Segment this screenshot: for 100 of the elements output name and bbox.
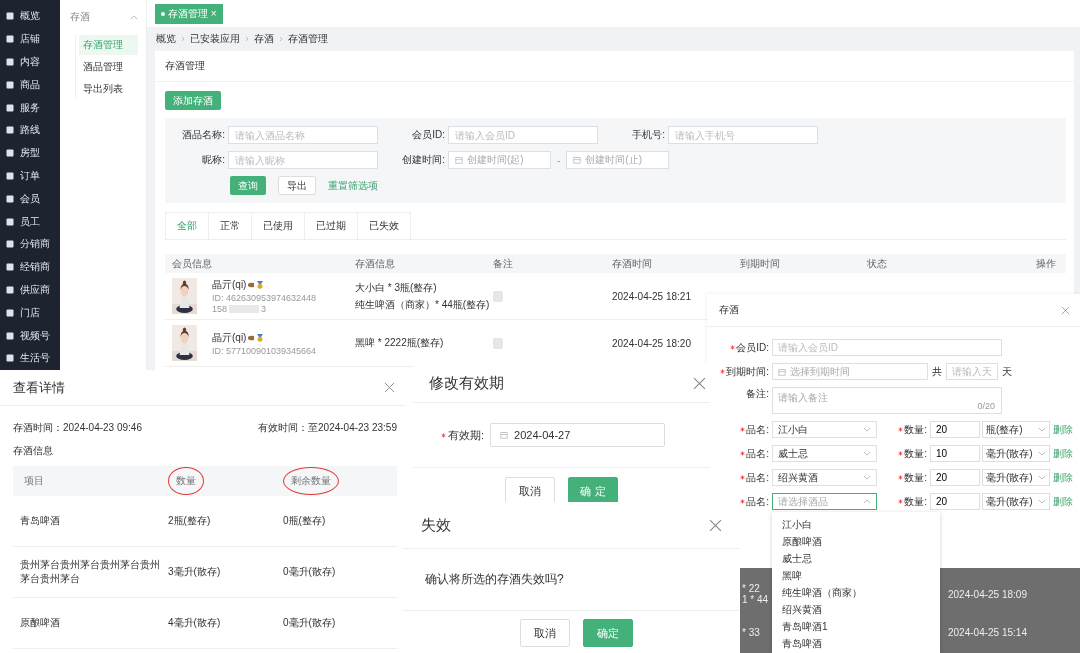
submenu-item[interactable]: 酒品管理 (79, 57, 138, 77)
column-header: 状态 (867, 256, 888, 271)
select-field[interactable]: 毫升(散存) (982, 445, 1050, 462)
submenu-title[interactable]: 存酒 (70, 10, 90, 24)
info-text: 存酒时间：2024-04-23 09:46 (13, 421, 142, 435)
cancel-button[interactable]: 取消 (520, 619, 570, 647)
select-field[interactable]: 瓶(整存) (982, 421, 1050, 438)
dropdown-option[interactable]: 绍兴黄酒 (772, 601, 940, 618)
dropdown-option[interactable]: 威士忌 (772, 550, 940, 567)
table-cell: 青岛啤酒 (20, 515, 60, 526)
input-field[interactable]: 10 (930, 445, 980, 462)
emoji-icon (247, 281, 256, 289)
close-icon[interactable] (709, 518, 722, 532)
column-header: 项目 (23, 474, 45, 488)
breadcrumb-link[interactable]: 概览 (156, 32, 176, 46)
sidebar-item[interactable]: 分销商 (20, 237, 50, 252)
date-field[interactable]: 2024-04-27 (490, 423, 666, 447)
close-icon[interactable] (1061, 305, 1070, 315)
sidebar-item[interactable]: 门店 (20, 305, 40, 320)
sidebar-item[interactable]: 供应商 (20, 282, 50, 297)
select-field[interactable]: 江小白 (772, 421, 877, 438)
sidebar-item[interactable]: 内容 (20, 55, 40, 69)
calendar-icon (500, 431, 509, 439)
medal-icon (256, 281, 265, 289)
dropdown-option[interactable]: 黑啤 (772, 567, 940, 584)
cancel-button[interactable]: 取消 (505, 477, 555, 505)
info-text: 有效时间：至2024-04-23 23:59 (258, 421, 397, 435)
dialog-message: 确认将所选的存酒失效吗? (425, 571, 564, 588)
input-field[interactable]: 20 (930, 469, 980, 486)
square-icon (6, 103, 14, 112)
table-cell: 原酿啤酒 (20, 617, 60, 628)
input-field[interactable]: 请输入手机号 (668, 126, 818, 144)
asterisk-icon (740, 475, 746, 480)
input-field[interactable]: 请输入会员ID (772, 339, 1002, 356)
square-icon (6, 171, 14, 180)
dropdown-option[interactable]: 原酿啤酒 (772, 533, 940, 550)
select-field[interactable]: 绍兴黄酒 (772, 469, 877, 486)
chevron-down-icon (863, 427, 871, 432)
select-field[interactable]: 毫升(散存) (982, 493, 1050, 510)
dropdown-option[interactable]: 青岛啤酒 (772, 635, 940, 652)
medal-icon (256, 333, 265, 342)
square-icon (6, 263, 14, 272)
sidebar-item[interactable]: 经销商 (20, 260, 50, 275)
breadcrumb-link[interactable]: 已安装应用 (190, 32, 240, 46)
table-cell: 贵州茅台贵州茅台贵州茅台贵州茅台贵州茅台 (20, 559, 160, 584)
square-icon (6, 285, 14, 294)
sidebar-item[interactable]: 订单 (20, 168, 40, 183)
dropdown-option[interactable]: 江小白 (772, 516, 940, 533)
chevron-right-icon (279, 36, 283, 42)
sidebar-item[interactable]: 路线 (20, 123, 40, 138)
dialog-title: 修改有效期 (429, 373, 504, 393)
table-cell-text: 大小白 * 3瓶(整存) (355, 280, 438, 295)
field-label: 手机号: (631, 128, 665, 142)
submenu-item[interactable]: 导出列表 (79, 79, 138, 99)
sidebar-item[interactable]: 员工 (20, 214, 40, 229)
unit-label: 天 (1002, 364, 1012, 379)
close-icon[interactable] (693, 376, 706, 390)
input-field[interactable]: 20 (930, 421, 980, 438)
sidebar-item[interactable]: 生活号 (20, 351, 50, 366)
sidebar-item[interactable]: 店铺 (20, 32, 40, 47)
dropdown-option[interactable]: 纯生啤酒（商家） (772, 584, 940, 601)
chevron-down-icon (1038, 499, 1046, 504)
input-field[interactable]: 20 (930, 493, 980, 510)
dialog-title: 存酒 (719, 303, 739, 317)
chevron-up-icon (863, 499, 871, 504)
table-cell: 2瓶(整存) (168, 515, 211, 526)
column-header: 操作 (1036, 256, 1056, 271)
select-field[interactable]: 毫升(散存) (982, 469, 1050, 486)
breadcrumb-link[interactable]: 存酒管理 (288, 32, 328, 46)
field-label: 会员ID: (736, 340, 769, 355)
asterisk-icon (898, 427, 904, 432)
export-button[interactable]: 导出 (278, 176, 316, 195)
column-header: 存酒信息 (355, 256, 396, 271)
column-header: 会员信息 (172, 256, 213, 271)
input-field[interactable]: 请输入会员ID (448, 126, 598, 144)
sidebar-item[interactable]: 房型 (20, 146, 40, 161)
sidebar-item[interactable]: 会员 (20, 191, 40, 206)
chevron-right-icon (245, 36, 249, 42)
table-cell-text: 1 * 44 (742, 594, 770, 605)
range-separator: - (557, 154, 561, 166)
breadcrumb-link[interactable]: 存酒 (254, 32, 274, 46)
close-icon[interactable] (384, 382, 395, 393)
calendar-icon (573, 156, 582, 164)
phone-number: 3 (261, 304, 267, 314)
table-cell: 2024-04-25 15:14 (948, 627, 1027, 638)
field-label: 备注: (746, 387, 769, 401)
sidebar-item[interactable]: 服务 (20, 100, 40, 115)
square-icon (6, 12, 14, 21)
select-field[interactable]: 威士忌 (772, 445, 877, 462)
sidebar-item[interactable]: 商品 (20, 77, 40, 92)
table-cell-text: * 33 (742, 627, 761, 638)
field-label: 会员ID: (411, 128, 445, 142)
sidebar-item[interactable]: 视频号 (20, 328, 50, 343)
sidebar-item[interactable]: 概览 (20, 9, 40, 24)
input-field[interactable]: 请输入天 (946, 363, 998, 380)
asterisk-icon (740, 427, 746, 432)
field-label: 到期时间: (726, 364, 769, 379)
field-label: 数量: (904, 494, 927, 509)
dropdown-option[interactable]: 青岛啤酒1 (772, 618, 940, 635)
status-tab[interactable]: 已失效 (357, 212, 411, 239)
